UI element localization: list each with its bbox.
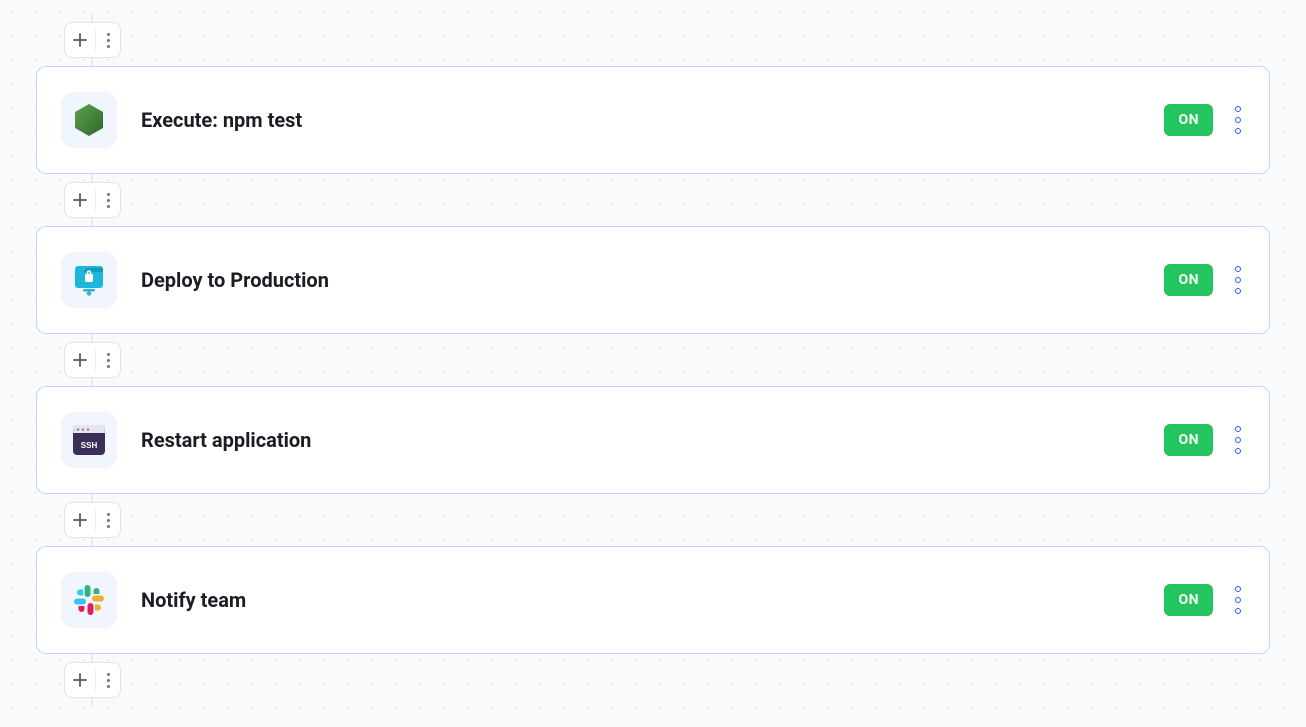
add-step-button-group[interactable] [64,22,121,58]
step-actions: ON [1164,582,1245,618]
kebab-icon [107,673,110,688]
step-title: Restart application [141,428,1164,452]
step-title: Execute: npm test [141,108,1164,132]
dot-icon [1235,586,1241,592]
add-step-button[interactable] [65,663,95,697]
svg-text:SSH: SSH [81,441,98,450]
add-step-button[interactable] [65,503,95,537]
kebab-icon [107,33,110,48]
add-step-button[interactable] [65,183,95,217]
add-step-menu-button[interactable] [96,343,120,377]
step-connector [64,14,1270,66]
step-more-button[interactable] [1231,262,1245,298]
plus-icon [73,353,87,367]
dot-icon [1235,426,1241,432]
kebab-icon [107,513,110,528]
step-more-button[interactable] [1231,102,1245,138]
dot-icon [1235,608,1241,614]
add-step-menu-button[interactable] [96,503,120,537]
step-title: Notify team [141,588,1164,612]
dot-icon [1235,288,1241,294]
step-more-button[interactable] [1231,582,1245,618]
add-step-menu-button[interactable] [96,183,120,217]
pipeline-step[interactable]: Deploy to Production ON [36,226,1270,334]
step-connector [64,334,1270,386]
pipeline-step[interactable]: SSH Restart application ON [36,386,1270,494]
plus-icon [73,673,87,687]
step-actions: ON [1164,262,1245,298]
plus-icon [73,33,87,47]
pipeline-list: Execute: npm test ON [0,14,1306,706]
kebab-icon [107,193,110,208]
slack-icon [71,582,107,618]
add-step-menu-button[interactable] [96,23,120,57]
add-step-button-group[interactable] [64,662,121,698]
ssh-terminal-icon: SSH [71,423,107,457]
step-title: Deploy to Production [141,268,1164,292]
step-connector [64,654,1270,706]
add-step-button[interactable] [65,23,95,57]
step-icon-container [61,572,117,628]
dot-icon [1235,437,1241,443]
step-toggle[interactable]: ON [1164,584,1213,616]
step-icon-container [61,252,117,308]
nodejs-icon [71,102,107,138]
dot-icon [1235,106,1241,112]
step-icon-container [61,92,117,148]
dot-icon [1235,448,1241,454]
step-toggle[interactable]: ON [1164,264,1213,296]
add-step-button[interactable] [65,343,95,377]
pipeline-step[interactable]: Notify team ON [36,546,1270,654]
step-connector [64,174,1270,226]
pipeline-step[interactable]: Execute: npm test ON [36,66,1270,174]
plus-icon [73,513,87,527]
step-actions: ON [1164,102,1245,138]
sftp-icon [69,262,109,298]
dot-icon [1235,117,1241,123]
dot-icon [1235,128,1241,134]
dot-icon [1235,597,1241,603]
add-step-button-group[interactable] [64,182,121,218]
add-step-button-group[interactable] [64,502,121,538]
step-more-button[interactable] [1231,422,1245,458]
add-step-menu-button[interactable] [96,663,120,697]
dot-icon [1235,266,1241,272]
step-toggle[interactable]: ON [1164,424,1213,456]
step-icon-container: SSH [61,412,117,468]
dot-icon [1235,277,1241,283]
step-actions: ON [1164,422,1245,458]
step-connector [64,494,1270,546]
step-toggle[interactable]: ON [1164,104,1213,136]
kebab-icon [107,353,110,368]
add-step-button-group[interactable] [64,342,121,378]
plus-icon [73,193,87,207]
